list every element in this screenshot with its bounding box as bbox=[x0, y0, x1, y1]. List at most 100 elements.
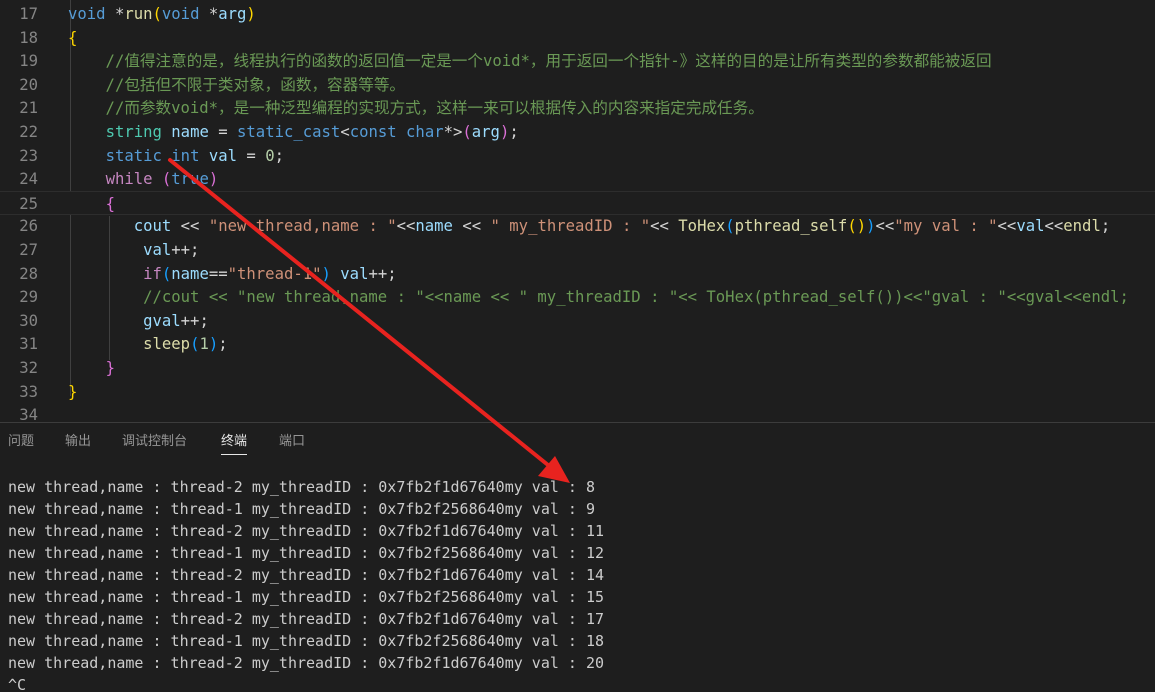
code-token: ; bbox=[274, 146, 284, 165]
code-token: ; bbox=[218, 335, 228, 354]
terminal-line: new thread,name : thread-2 my_threadID :… bbox=[8, 522, 605, 540]
code-token: run bbox=[124, 5, 153, 23]
terminal-line: new thread,name : thread-2 my_threadID :… bbox=[8, 478, 595, 496]
code-text: void *run(void *arg) bbox=[68, 2, 256, 26]
tab-terminal[interactable]: 终端 bbox=[221, 423, 248, 461]
code-token: " my_threadID : " bbox=[490, 217, 651, 236]
code-line[interactable]: 29 //cout << "new thread,name : "<<name … bbox=[0, 285, 1155, 309]
line-number: 31 bbox=[19, 335, 38, 354]
terminal-line: new thread,name : thread-2 my_threadID :… bbox=[8, 654, 605, 672]
code-token: } bbox=[68, 382, 78, 401]
code-token: *> bbox=[443, 123, 463, 141]
code-token: ( bbox=[161, 264, 172, 283]
code-token: val bbox=[208, 146, 238, 165]
code-line[interactable]: 31 sleep(1); bbox=[0, 332, 1155, 356]
code-token: string bbox=[105, 123, 162, 141]
code-token: << bbox=[452, 217, 491, 236]
code-token: << bbox=[1044, 217, 1064, 236]
code-line[interactable]: 34 bbox=[0, 403, 1155, 422]
code-line[interactable]: 24 while (true) bbox=[0, 167, 1155, 191]
code-token: ) bbox=[321, 264, 331, 283]
code-text: } bbox=[68, 380, 77, 404]
code-token: const bbox=[349, 123, 397, 141]
code-token: val bbox=[340, 264, 369, 283]
code-text: { bbox=[68, 192, 115, 216]
code-token: name bbox=[171, 123, 209, 141]
code-token: //而参数void*，是一种泛型编程的实现方式，这样一来可以根据传入的内容来指定… bbox=[68, 99, 764, 118]
line-number: 29 bbox=[19, 288, 38, 307]
code-token: ++; bbox=[368, 264, 397, 283]
code-token: ( bbox=[462, 123, 472, 141]
code-line[interactable]: 30 gval++; bbox=[0, 309, 1155, 333]
line-number: 25 bbox=[19, 194, 38, 213]
terminal-line: new thread,name : thread-2 my_threadID :… bbox=[8, 610, 605, 628]
code-token: "new thread,name : " bbox=[208, 217, 397, 236]
code-line[interactable]: 21 //而参数void*，是一种泛型编程的实现方式，这样一来可以根据传入的内容… bbox=[0, 96, 1155, 120]
tab-problems[interactable]: 问题 bbox=[8, 423, 34, 461]
line-number: 17 bbox=[19, 5, 38, 23]
code-token: ( bbox=[152, 5, 162, 23]
code-text: //值得注意的是，线程执行的函数的返回值一定是一个void*，用于返回一个指针-… bbox=[68, 49, 992, 73]
code-line[interactable]: 28 if(name=="thread-1") val++; bbox=[0, 262, 1155, 286]
code-token: 0 bbox=[265, 146, 275, 165]
terminal-line: ^C bbox=[8, 676, 27, 692]
code-token: ; bbox=[509, 123, 519, 141]
terminal-line: new thread,name : thread-1 my_threadID :… bbox=[8, 588, 605, 606]
code-token: "my val : " bbox=[894, 217, 998, 236]
tab-debug-console[interactable]: 调试控制台 bbox=[122, 423, 187, 461]
line-number: 30 bbox=[19, 311, 38, 330]
code-line[interactable]: 27 val++; bbox=[0, 238, 1155, 262]
line-number: 34 bbox=[19, 406, 38, 422]
code-line[interactable]: 22 string name = static_cast<const char*… bbox=[0, 120, 1155, 144]
code-line[interactable]: 25 { bbox=[0, 190, 1155, 216]
code-line[interactable]: 33} bbox=[0, 380, 1155, 404]
code-text: //而参数void*，是一种泛型编程的实现方式，这样一来可以根据传入的内容来指定… bbox=[68, 96, 764, 120]
code-line[interactable]: 23 static int val = 0; bbox=[0, 144, 1155, 168]
code-token: //cout << "new thread,name : "<<name << … bbox=[68, 288, 1129, 307]
code-text: { bbox=[68, 26, 77, 50]
code-text: sleep(1); bbox=[68, 332, 228, 356]
code-token: << bbox=[997, 217, 1017, 236]
code-line[interactable]: 32 } bbox=[0, 356, 1155, 380]
code-token: sleep bbox=[143, 335, 191, 354]
code-token: pthread_self bbox=[734, 217, 848, 236]
panel-tab-bar: 问题 输出 调试控制台 终端 端口 bbox=[0, 423, 1155, 461]
code-token: while bbox=[105, 170, 153, 189]
code-token: << bbox=[171, 217, 209, 236]
line-number: 33 bbox=[19, 382, 38, 401]
code-line[interactable]: 20 //包括但不限于类对象，函数，容器等等。 bbox=[0, 73, 1155, 97]
code-token: << bbox=[396, 217, 416, 236]
code-line[interactable]: 18 { bbox=[0, 26, 1155, 50]
code-editor[interactable]: 17 void *run(void *arg) 18{19 //值得注意的是，线程执… bbox=[0, 0, 1155, 422]
code-token: ; bbox=[1100, 217, 1111, 236]
code-token: ToHex bbox=[678, 217, 726, 236]
code-token: char bbox=[406, 123, 444, 141]
code-token: < bbox=[340, 123, 350, 141]
tab-ports[interactable]: 端口 bbox=[279, 423, 305, 461]
code-token: * bbox=[105, 5, 125, 23]
code-text: val++; bbox=[68, 238, 199, 262]
code-token: //包括但不限于类对象，函数，容器等等。 bbox=[68, 75, 406, 94]
code-token: } bbox=[105, 359, 115, 377]
code-token: static bbox=[105, 146, 162, 165]
terminal-output[interactable]: new thread,name : thread-2 my_threadID :… bbox=[0, 476, 1155, 692]
code-token: "thread-1" bbox=[227, 264, 322, 283]
terminal-line: new thread,name : thread-2 my_threadID :… bbox=[8, 566, 605, 584]
code-token: if bbox=[143, 264, 162, 283]
code-line[interactable]: 19 //值得注意的是，线程执行的函数的返回值一定是一个void*，用于返回一个… bbox=[0, 49, 1155, 73]
code-token: cout bbox=[133, 217, 172, 236]
code-text: //包括但不限于类对象，函数，容器等等。 bbox=[68, 73, 405, 97]
code-token: endl bbox=[1063, 217, 1101, 236]
line-number: 32 bbox=[19, 359, 38, 377]
code-line[interactable]: 26 cout << "new thread,name : "<<name <<… bbox=[0, 214, 1155, 238]
line-number: 24 bbox=[19, 170, 38, 189]
code-line[interactable]: 17 void *run(void *arg) bbox=[0, 2, 1155, 26]
tab-output[interactable]: 输出 bbox=[65, 423, 91, 461]
